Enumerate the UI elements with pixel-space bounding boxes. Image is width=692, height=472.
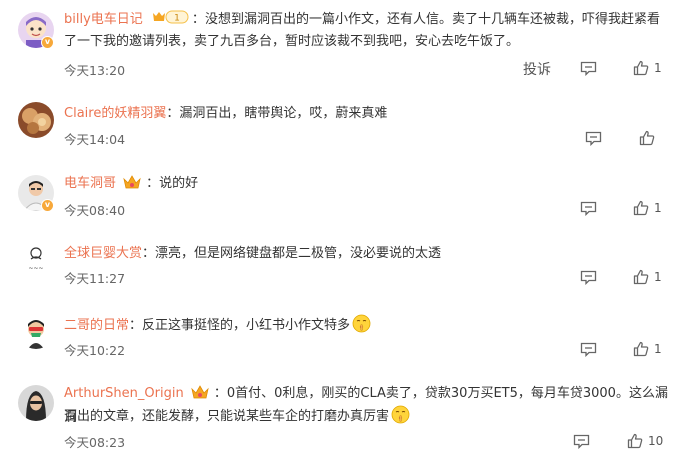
comment-icon — [580, 342, 597, 357]
svg-text:~~~: ~~~ — [28, 265, 43, 272]
username[interactable]: 二哥的日常 — [64, 318, 129, 333]
verified-badge: v — [41, 36, 54, 49]
reply-button[interactable] — [580, 61, 597, 76]
reply-button[interactable] — [580, 270, 597, 285]
comment-item: 二哥的日常：反正这事挺怪的，小红书小作文特多 今天10:22 1 — [0, 302, 692, 372]
thumbs-up-icon — [639, 130, 655, 146]
comment-content: Claire的妖精羽翼：漏洞百出，瞎带舆论，哎，蔚来真难 — [64, 103, 672, 124]
like-button[interactable] — [627, 433, 643, 449]
food-photo-avatar-icon — [18, 102, 54, 138]
shush-emoji-icon — [391, 405, 410, 431]
doodle-avatar-icon: ~~~ — [18, 241, 54, 277]
shush-emoji-icon — [352, 314, 371, 340]
comment-icon — [573, 434, 590, 449]
comment-text-line2: 了一下我的邀请列表，卖了九百多台，暂时应该裁不到我吧，安心去吃午饭了。 — [64, 34, 520, 49]
comment-item: v 电车洞哥 ：说的好 今天08:40 1 — [0, 160, 692, 230]
comment-text: 漏洞百出，瞎带舆论，哎，蔚来真难 — [179, 106, 388, 121]
comment-icon — [580, 270, 597, 285]
comment-text: 漂亮，但是网络键盘都是二极管，没必要说的太透 — [155, 246, 442, 261]
username[interactable]: Claire的妖精羽翼 — [64, 106, 166, 121]
vip-level-badge: 1 — [151, 9, 189, 32]
comment-text: 没想到漏洞百出的一篇小作文，还有人信。卖了十几辆车还被裁，吓得我赶紧看 — [204, 12, 660, 27]
crown-icon — [122, 174, 142, 197]
comment-content: 全球巨婴大赏：漂亮，但是网络键盘都是二极管，没必要说的太透 — [64, 243, 672, 264]
woman-avatar-icon — [18, 385, 54, 421]
reply-button[interactable] — [580, 201, 597, 216]
colon: ： — [146, 176, 160, 191]
reply-button[interactable] — [585, 131, 602, 146]
username[interactable]: billy电车日记 — [64, 12, 143, 27]
thumbs-up-icon — [633, 60, 649, 76]
thumbs-up-icon — [633, 200, 649, 216]
colon: ： — [191, 12, 205, 27]
reply-button[interactable] — [573, 434, 590, 449]
timestamp: 今天13:20 — [64, 63, 126, 78]
comment-content-line2: 百出的文章，还能发酵，只能说某些车企的打磨办真厉害 — [64, 405, 672, 431]
like-count: 1 — [654, 270, 662, 284]
like-count: 1 — [654, 201, 662, 215]
like-count: 10 — [648, 434, 664, 448]
timestamp: 今天08:40 — [64, 203, 126, 218]
comment-text: 说的好 — [159, 176, 199, 191]
comment-icon — [585, 131, 602, 146]
avatar[interactable] — [18, 385, 54, 421]
reply-button[interactable] — [580, 342, 597, 357]
comment-text-line2: 百出的文章，还能发酵，只能说某些车企的打磨办真厉害 — [64, 409, 390, 424]
timestamp: 今天10:22 — [64, 343, 126, 358]
colon: ： — [213, 386, 227, 401]
mask-avatar-icon — [18, 313, 54, 349]
timestamp: 今天11:27 — [64, 271, 126, 286]
comment-item: ArthurShen_Origin ：0首付、0利息，刚买的CLA卖了，贷款30… — [0, 372, 692, 472]
colon: ： — [166, 106, 180, 121]
verified-badge: v — [41, 199, 54, 212]
username[interactable]: 电车洞哥 — [64, 176, 116, 191]
like-button[interactable] — [633, 269, 649, 285]
like-button[interactable] — [633, 60, 649, 76]
avatar[interactable] — [18, 102, 54, 138]
colon: ： — [142, 246, 156, 261]
username[interactable]: ArthurShen_Origin — [64, 386, 184, 401]
colon: ： — [129, 318, 143, 333]
thumbs-up-icon — [633, 341, 649, 357]
like-count: 1 — [654, 342, 662, 356]
crown-icon — [190, 384, 210, 407]
comment-content: billy电车日记 1 ：没想到漏洞百出的一篇小作文，还有人信。卖了十几辆车还被… — [64, 9, 672, 32]
like-button[interactable] — [639, 130, 655, 146]
like-button[interactable] — [633, 200, 649, 216]
like-count: 1 — [654, 61, 662, 75]
avatar[interactable] — [18, 313, 54, 349]
comment-item: ~~~ 全球巨婴大赏：漂亮，但是网络键盘都是二极管，没必要说的太透 今天11:2… — [0, 230, 692, 302]
comment-text: 反正这事挺怪的，小红书小作文特多 — [142, 318, 351, 333]
timestamp: 今天14:04 — [64, 132, 126, 147]
thumbs-up-icon — [633, 269, 649, 285]
thumbs-up-icon — [627, 433, 643, 449]
timestamp: 今天08:23 — [64, 435, 126, 450]
like-button[interactable] — [633, 341, 649, 357]
svg-text:1: 1 — [174, 14, 180, 24]
avatar[interactable]: ~~~ — [18, 241, 54, 277]
comment-item: v billy电车日记 1 ：没想到漏洞百出的一篇小作文，还有人信。卖了十几辆车… — [0, 0, 692, 90]
comment-icon — [580, 61, 597, 76]
comment-content: 二哥的日常：反正这事挺怪的，小红书小作文特多 — [64, 314, 672, 340]
username[interactable]: 全球巨婴大赏 — [64, 246, 142, 261]
report-button[interactable]: 投诉 — [523, 59, 551, 79]
comment-content: 电车洞哥 ：说的好 — [64, 173, 672, 197]
comment-item: Claire的妖精羽翼：漏洞百出，瞎带舆论，哎，蔚来真难 今天14:04 — [0, 90, 692, 160]
comment-icon — [580, 201, 597, 216]
